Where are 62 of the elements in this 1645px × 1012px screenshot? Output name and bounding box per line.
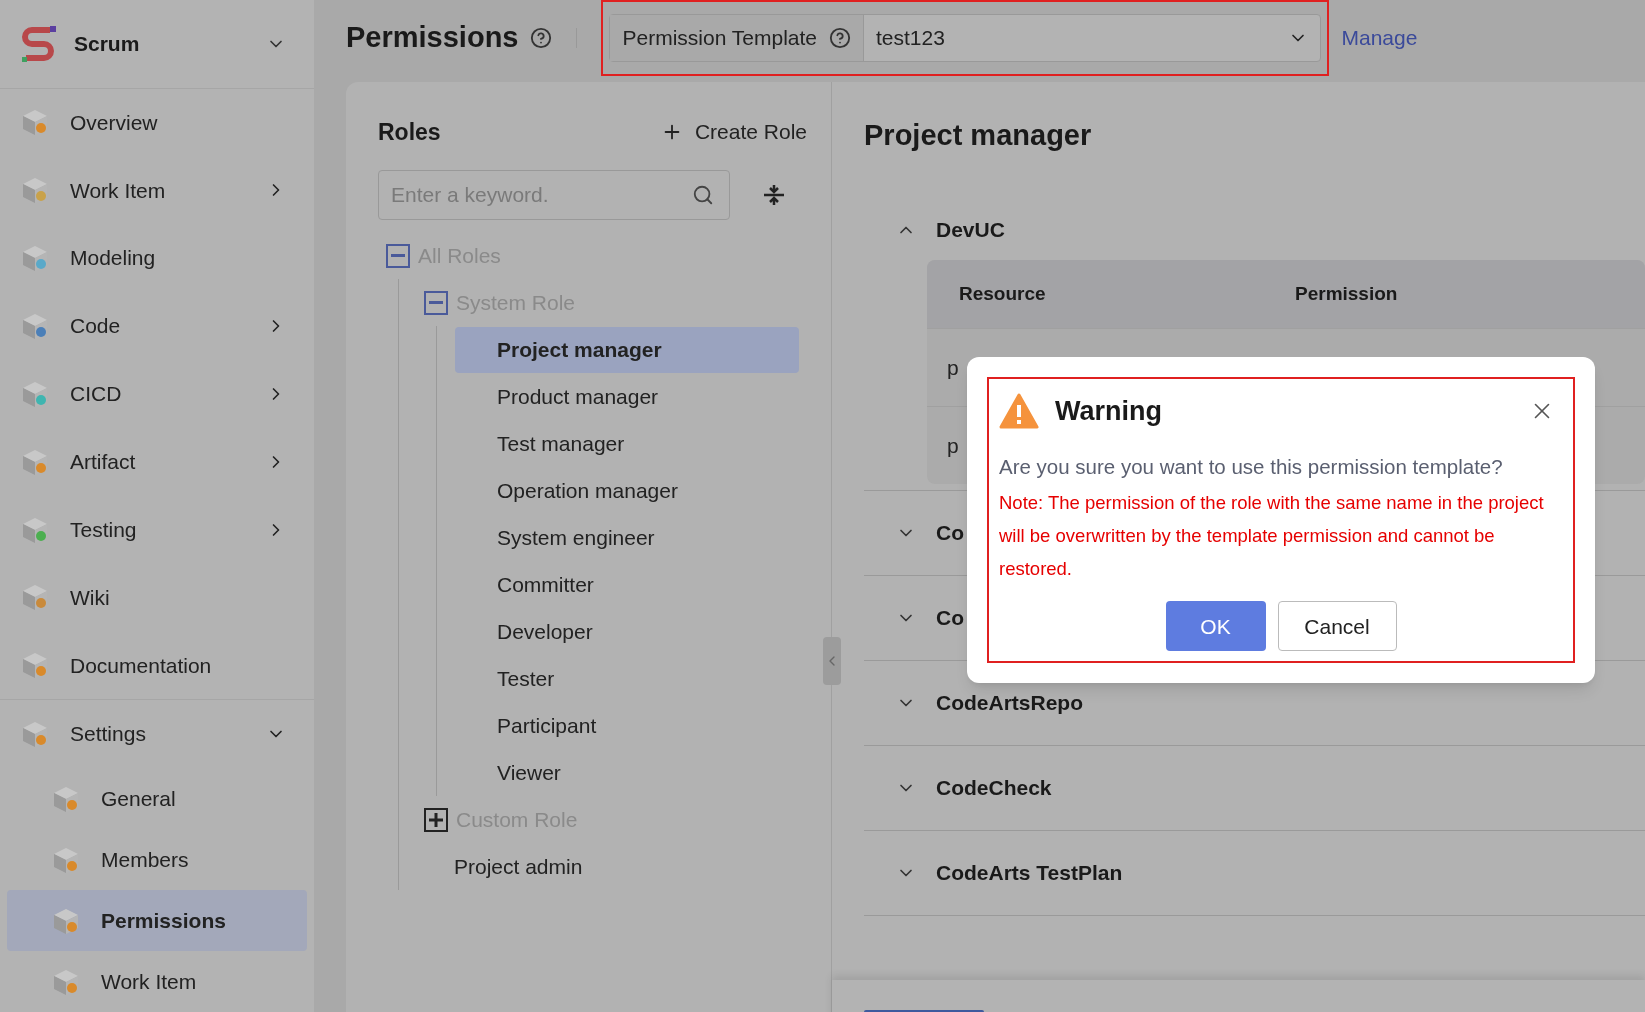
section-title: CodeArts TestPlan <box>936 860 1123 887</box>
search-field[interactable]: Enter a keyword. <box>378 170 730 220</box>
nav-item[interactable]: Settings <box>0 700 314 769</box>
plus-icon <box>429 812 443 827</box>
nav-item[interactable]: Overview <box>0 88 314 157</box>
role-item[interactable]: Project manager <box>455 326 799 373</box>
role-item[interactable]: Tester <box>455 655 799 702</box>
role-item[interactable]: Test manager <box>455 420 799 467</box>
column-header: Permission <box>1295 281 1398 306</box>
column-header: Resource <box>958 281 1047 306</box>
section-title: CodeArtsRepo <box>936 690 1083 717</box>
page-title: Permissions <box>346 20 519 56</box>
nav-subitem[interactable]: General <box>7 768 307 830</box>
tree-toggle[interactable] <box>386 243 410 268</box>
role-item[interactable]: Operation manager <box>455 467 799 514</box>
nav-subitem[interactable]: Members <box>7 829 307 891</box>
nav-item[interactable]: CICD <box>0 359 314 428</box>
nav-item[interactable]: Documentation <box>0 631 314 700</box>
project-name: Scrum <box>74 31 141 57</box>
roles-title: Roles <box>378 117 441 147</box>
nav-item[interactable]: Wiki <box>0 563 314 632</box>
role-item[interactable]: Committer <box>455 561 799 608</box>
role-item[interactable]: Project admin <box>379 843 799 890</box>
nav-subitem[interactable]: Permissions <box>7 890 307 952</box>
section-title: Co <box>936 520 964 547</box>
template-value: test123 <box>875 25 946 52</box>
section-title: Co <box>936 605 964 632</box>
table-cell-text: p <box>947 432 959 459</box>
create-role-button[interactable]: Create Role <box>660 116 807 148</box>
role-item[interactable]: System engineer <box>455 514 799 561</box>
nav-item[interactable]: Testing <box>0 495 314 564</box>
tree-toggle[interactable] <box>424 290 448 315</box>
logo-icon <box>20 23 58 64</box>
role-item[interactable]: Participant <box>455 702 799 749</box>
minus-icon <box>429 301 443 304</box>
nav-subitem[interactable]: Work Item <box>7 951 307 1012</box>
warning-icon <box>999 393 1039 430</box>
ok-button[interactable]: OK <box>1165 601 1266 652</box>
template-label: Permission Template <box>622 25 817 52</box>
dialog-note: Note: The permission of the role with the same name in the project will be overwritten by the template permission and cannot be restored. <box>999 491 1545 582</box>
collapse-all-icon[interactable] <box>762 183 786 207</box>
cancel-button[interactable]: Cancel <box>1277 601 1397 652</box>
nav-item[interactable]: Work Item <box>0 156 314 225</box>
role-item[interactable]: Viewer <box>455 749 799 796</box>
search-icon <box>692 184 714 206</box>
role-item[interactable]: Product manager <box>455 373 799 420</box>
section-title: DevUC <box>936 217 1005 244</box>
nav-item[interactable]: Code <box>0 292 314 360</box>
nav-item[interactable]: Modeling <box>0 224 314 293</box>
section-title: CodeCheck <box>936 775 1052 802</box>
table-cell-text: p <box>947 354 959 381</box>
dialog-title: Warning <box>1055 395 1163 428</box>
template-selector[interactable]: Permission Template test123 <box>609 14 1322 62</box>
minus-icon <box>391 254 405 257</box>
collapse-handle[interactable] <box>823 637 841 685</box>
tree-toggle[interactable] <box>424 807 448 832</box>
role-item[interactable]: Developer <box>455 608 799 655</box>
role-title: Project manager <box>864 118 1093 153</box>
nav-item[interactable]: Artifact <box>0 427 314 496</box>
dialog-question: Are you sure you want to use this permission template? <box>999 453 1504 480</box>
help-icon[interactable] <box>530 27 553 49</box>
help-icon[interactable] <box>829 27 851 49</box>
